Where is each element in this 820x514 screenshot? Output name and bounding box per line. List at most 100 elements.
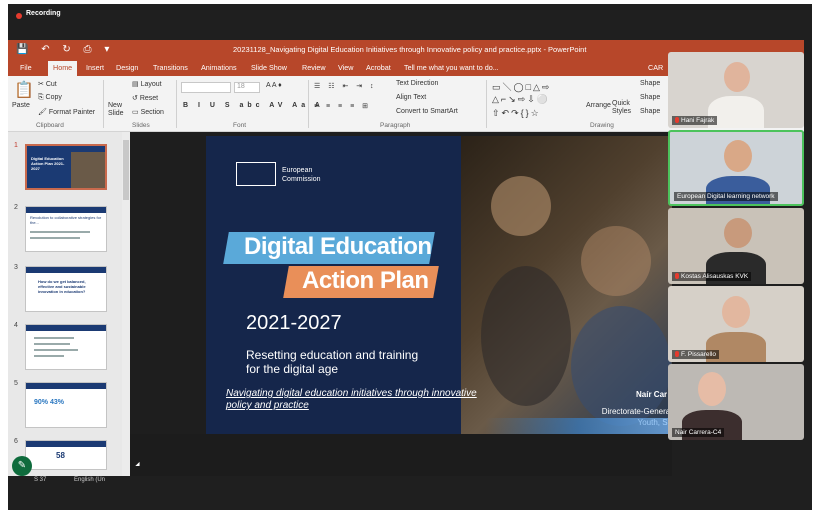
copy-label: Copy: [45, 94, 62, 101]
arrange-button[interactable]: Arrange: [586, 102, 611, 109]
tab-transitions[interactable]: Transitions: [153, 63, 188, 72]
copy-button[interactable]: ⎘ Copy: [38, 94, 62, 102]
quick-access-toolbar[interactable]: 💾 ↶ ↻ ⎙ ▾: [16, 44, 114, 55]
slide-thumbnail-6[interactable]: 58: [25, 440, 107, 470]
group-font: Font: [233, 122, 247, 129]
thumb-line: [30, 237, 80, 239]
group-drawing: Drawing: [590, 122, 614, 129]
slide-thumbnail-1[interactable]: Digital Education Action Plan 2021-2027: [25, 144, 107, 190]
shape-fill-button[interactable]: Shape: [640, 80, 660, 87]
format-painter-button[interactable]: 🖌 Format Painter: [38, 108, 95, 116]
current-slide[interactable]: European Commission Digital Education Ac…: [206, 136, 672, 434]
thumb-number: 6: [14, 438, 18, 445]
tab-insert[interactable]: Insert: [86, 63, 104, 72]
group-slides: Slides: [132, 122, 150, 129]
tab-acrobat[interactable]: Acrobat: [366, 63, 391, 72]
shape-effects-button[interactable]: Shape: [640, 108, 660, 115]
thumb-photo: [71, 152, 105, 188]
ribbon-divider: [176, 80, 177, 128]
shape-outline-button[interactable]: Shape: [640, 94, 660, 101]
section-label: Section: [140, 109, 164, 116]
thumb-text: 90% 43%: [34, 399, 64, 406]
participant-tile-active-speaker[interactable]: European Digital learning network: [668, 130, 804, 206]
align-text-button[interactable]: Align Text: [396, 94, 426, 101]
tab-animations[interactable]: Animations: [201, 63, 237, 72]
paste-icon[interactable]: 📋: [14, 80, 34, 100]
participant-face: [722, 296, 750, 328]
thumb-line: [34, 343, 70, 345]
tab-file[interactable]: File: [20, 63, 32, 72]
font-name-select[interactable]: [181, 82, 231, 93]
shapes-gallery-row3[interactable]: ⇧↶↷{}☆: [492, 108, 541, 119]
quick-styles-button[interactable]: Quick Styles: [612, 100, 634, 116]
ribbon-divider: [308, 80, 309, 128]
thumb-header: [26, 325, 106, 331]
annotate-pen-icon[interactable]: ✎: [12, 456, 32, 476]
participant-tile[interactable]: Kostas Alisauskas KVK: [668, 208, 804, 284]
slide-title-line2: Action Plan: [302, 267, 429, 294]
participant-name: Kostas Alisauskas KVK: [672, 272, 752, 281]
scrollbar-thumb[interactable]: [123, 140, 129, 200]
tab-slideshow[interactable]: Slide Show: [251, 63, 287, 72]
font-size-select[interactable]: 18: [234, 82, 260, 93]
tab-review[interactable]: Review: [302, 63, 326, 72]
layout-button[interactable]: ▤ Layout: [132, 80, 162, 88]
document-title: 20231128_Navigating Digital Education In…: [233, 45, 587, 54]
font-format-buttons[interactable]: B I U S abc AV Aa A: [183, 102, 324, 109]
paste-button[interactable]: Paste: [12, 102, 30, 109]
tab-partial[interactable]: CAR: [648, 63, 663, 72]
participant-name: European Digital learning network: [674, 192, 778, 201]
thumb-line: [34, 355, 64, 357]
align-buttons[interactable]: ≡ ≡ ≡ ≡ ⊞: [314, 102, 371, 110]
slide-years: 2021-2027: [246, 312, 342, 334]
recording-dot-icon: [16, 13, 22, 19]
thumb-header: [26, 267, 106, 273]
tell-me-input[interactable]: Tell me what you want to do...: [404, 63, 499, 72]
layout-label: Layout: [140, 81, 162, 88]
ribbon-divider: [103, 80, 104, 128]
tab-home[interactable]: Home: [48, 61, 78, 76]
thumb-line: [30, 231, 90, 233]
tab-view[interactable]: View: [338, 63, 353, 72]
section-button[interactable]: ▭ Section: [132, 108, 164, 116]
photo-figure: [581, 226, 651, 296]
decorative-wave: [206, 418, 672, 434]
participant-face: [698, 372, 726, 406]
slide-title-line1: Digital Education: [244, 233, 432, 260]
participant-name-text: Kostas Alisauskas KVK: [681, 273, 749, 280]
slide-thumbnail-5[interactable]: 90% 43%: [25, 382, 107, 428]
slide-count: S 37: [34, 477, 47, 483]
recording-bar: Recording: [8, 4, 812, 40]
text-direction-button[interactable]: Text Direction: [396, 80, 438, 87]
new-slide-button[interactable]: New Slide: [108, 102, 130, 118]
cut-button[interactable]: ✂ Cut: [38, 80, 57, 88]
reset-button[interactable]: ↺ Reset: [132, 94, 158, 102]
thumbnail-scrollbar[interactable]: [122, 132, 130, 476]
cut-label: Cut: [45, 81, 57, 88]
slide-thumbnail-3[interactable]: How do we get balanced, effective and su…: [25, 266, 107, 312]
list-buttons[interactable]: ☰ ☷ ⇤ ⇥ ↕: [314, 82, 377, 90]
photo-figure: [491, 176, 551, 236]
participant-tile[interactable]: Hani Fajrak: [668, 52, 804, 128]
participant-tile[interactable]: Nair Carrera-C4: [668, 364, 804, 440]
shapes-gallery[interactable]: ▭＼◯□△⇨: [492, 80, 551, 93]
mic-muted-icon: [675, 273, 679, 280]
font-size-buttons[interactable]: A A ♦: [266, 82, 282, 89]
shapes-gallery-row2[interactable]: △⌐↘⇨⇩⚪: [492, 94, 550, 105]
thumb-number: 4: [14, 322, 18, 329]
convert-smartart-button[interactable]: Convert to SmartArt: [396, 108, 458, 115]
thumb-number: 3: [14, 264, 18, 271]
slide-thumbnail-2[interactable]: Revolution to collaborative strategies f…: [25, 206, 107, 252]
thumb-line: [34, 337, 74, 339]
tab-design[interactable]: Design: [116, 63, 138, 72]
org-line1: European: [282, 167, 313, 174]
slide-thumbnail-4[interactable]: [25, 324, 107, 370]
thumb-header: [26, 383, 106, 389]
thumb-text: How do we get balanced, effective and su…: [38, 279, 86, 294]
photo-figure: [481, 266, 571, 406]
eu-flag-icon: [236, 162, 276, 186]
notes-area[interactable]: [130, 434, 672, 476]
slide-thumbnail-pane: 1 Digital Education Action Plan 2021-202…: [8, 132, 124, 476]
participant-tile[interactable]: F. Pissarello: [668, 286, 804, 362]
language-indicator[interactable]: English (Un: [74, 477, 105, 483]
